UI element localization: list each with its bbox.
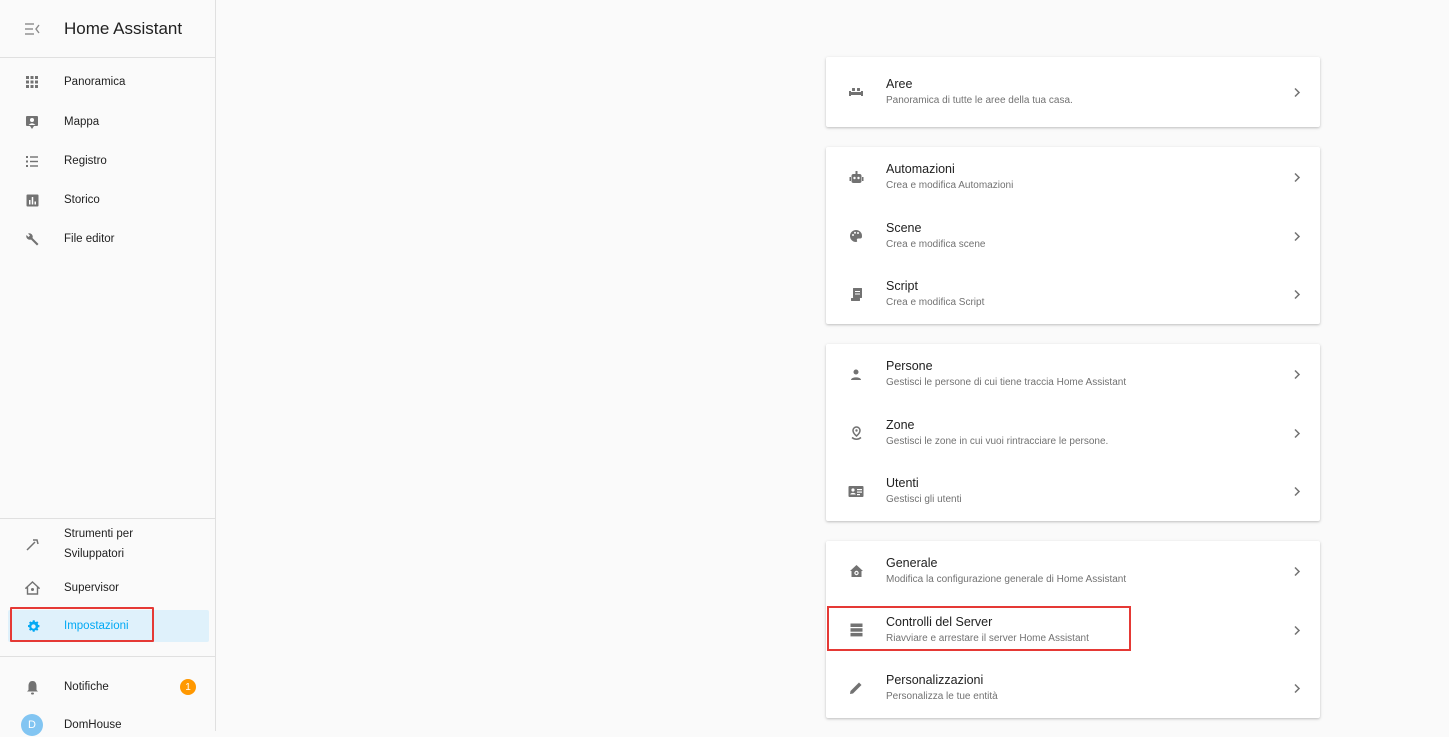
wrench-icon (0, 232, 64, 247)
palette-icon (826, 229, 880, 243)
menu-open-icon (24, 22, 40, 36)
row-subtitle: Crea e modifica scene (886, 239, 986, 250)
row-title: Zone (886, 418, 915, 432)
sidebar-item-label: Registro (64, 155, 107, 167)
config-row-automazioni[interactable]: Automazioni Crea e modifica Automazioni (826, 147, 1320, 207)
sidebar-item-mappa[interactable]: Mappa (0, 110, 216, 134)
sidebar-item-label-line2: Sviluppatori (64, 548, 125, 560)
sidebar-divider (0, 518, 216, 519)
home-gear-icon (826, 564, 880, 579)
sidebar-item-impostazioni[interactable]: Impostazioni (8, 610, 209, 642)
notification-count-badge: 1 (180, 679, 196, 695)
chevron-right-icon (1274, 289, 1320, 300)
sidebar-item-label: Storico (64, 194, 100, 206)
map-marker-radius-icon (826, 425, 880, 441)
sidebar-item-label: Notifiche (64, 681, 109, 693)
config-row-controlli-server[interactable]: Controlli del Server Riavviare e arresta… (826, 600, 1320, 660)
sidebar: Home Assistant Panoramica Mappa Registro… (0, 0, 216, 736)
sidebar-item-supervisor[interactable]: Supervisor (0, 576, 216, 600)
row-subtitle: Gestisci gli utenti (886, 494, 962, 505)
chevron-right-icon (1274, 625, 1320, 636)
config-row-zone[interactable]: Zone Gestisci le zone in cui vuoi rintra… (826, 403, 1320, 463)
chevron-right-icon (1274, 683, 1320, 694)
sidebar-item-label-line1: Strumenti per (64, 528, 134, 540)
sidebar-item-label: Mappa (64, 116, 100, 128)
script-icon (826, 287, 880, 302)
chevron-right-icon (1274, 172, 1320, 183)
config-card-people: Persone Gestisci le persone di cui tiene… (826, 344, 1320, 521)
config-row-aree[interactable]: Aree Panoramica di tutte le aree della t… (826, 62, 1320, 122)
map-account-icon (0, 115, 64, 130)
apps-grid-icon (0, 75, 64, 89)
chart-box-icon (0, 194, 64, 207)
sofa-icon (826, 86, 880, 98)
account-icon (826, 368, 880, 381)
sidebar-header: Home Assistant (0, 0, 215, 58)
sidebar-item-label: File editor (64, 233, 115, 245)
chevron-right-icon (1274, 428, 1320, 439)
row-title: Script (886, 279, 918, 293)
row-subtitle: Riavviare e arrestare il server Home Ass… (886, 633, 1089, 644)
config-row-script[interactable]: Script Crea e modifica Script (826, 264, 1320, 324)
row-subtitle: Gestisci le zone in cui vuoi rintracciar… (886, 436, 1109, 447)
sidebar-item-panoramica[interactable]: Panoramica (0, 70, 216, 94)
sidebar-item-label: Panoramica (64, 76, 126, 88)
row-subtitle: Crea e modifica Automazioni (886, 180, 1014, 191)
account-badge-icon (826, 485, 880, 498)
row-subtitle: Modifica la configurazione generale di H… (886, 574, 1127, 585)
avatar: D (21, 714, 43, 736)
sidebar-item-label: Impostazioni (64, 620, 129, 632)
row-subtitle: Panoramica di tutte le aree della tua ca… (886, 95, 1073, 106)
sidebar-item-developer-tools[interactable]: Strumenti per Sviluppatori (0, 524, 216, 564)
chevron-right-icon (1274, 566, 1320, 577)
config-row-scene[interactable]: Scene Crea e modifica scene (826, 206, 1320, 266)
home-assistant-icon (0, 580, 64, 596)
sidebar-item-notifiche[interactable]: Notifiche 1 (0, 675, 216, 699)
row-title: Persone (886, 359, 933, 373)
hammer-icon (0, 537, 64, 552)
menu-toggle-button[interactable] (0, 0, 64, 58)
row-title: Controlli del Server (886, 615, 993, 629)
pencil-icon (826, 681, 880, 695)
sidebar-item-registro[interactable]: Registro (0, 149, 216, 173)
format-list-icon (0, 155, 64, 168)
config-card-general: Generale Modifica la configurazione gene… (826, 541, 1320, 718)
config-row-generale[interactable]: Generale Modifica la configurazione gene… (826, 541, 1320, 601)
sidebar-item-storico[interactable]: Storico (0, 188, 216, 212)
chevron-right-icon (1274, 486, 1320, 497)
bell-icon (0, 680, 64, 695)
sidebar-item-label: DomHouse (64, 719, 122, 731)
row-title: Utenti (886, 476, 919, 490)
row-subtitle: Gestisci le persone di cui tiene traccia… (886, 377, 1127, 388)
config-row-persone[interactable]: Persone Gestisci le persone di cui tiene… (826, 344, 1320, 404)
sidebar-item-file-editor[interactable]: File editor (0, 227, 216, 251)
chevron-right-icon (1274, 369, 1320, 380)
row-subtitle: Crea e modifica Script (886, 297, 985, 308)
config-row-personalizzazioni[interactable]: Personalizzazioni Personalizza le tue en… (826, 658, 1320, 718)
chevron-right-icon (1274, 87, 1320, 98)
sidebar-item-label: Supervisor (64, 582, 119, 594)
row-title: Generale (886, 556, 938, 570)
chevron-right-icon (1274, 231, 1320, 242)
sidebar-divider (0, 656, 216, 657)
config-card-automation: Automazioni Crea e modifica Automazioni … (826, 147, 1320, 324)
gear-icon (16, 619, 64, 634)
server-icon (826, 623, 880, 637)
row-subtitle: Personalizza le tue entità (886, 691, 998, 702)
config-row-utenti[interactable]: Utenti Gestisci gli utenti (826, 461, 1320, 521)
row-title: Scene (886, 221, 922, 235)
robot-icon (826, 170, 880, 185)
row-title: Automazioni (886, 162, 955, 176)
sidebar-item-user[interactable]: D DomHouse (0, 713, 216, 737)
config-card-areas: Aree Panoramica di tutte le aree della t… (826, 57, 1320, 127)
app-title: Home Assistant (64, 18, 183, 38)
row-title: Personalizzazioni (886, 673, 984, 687)
row-title: Aree (886, 77, 913, 91)
